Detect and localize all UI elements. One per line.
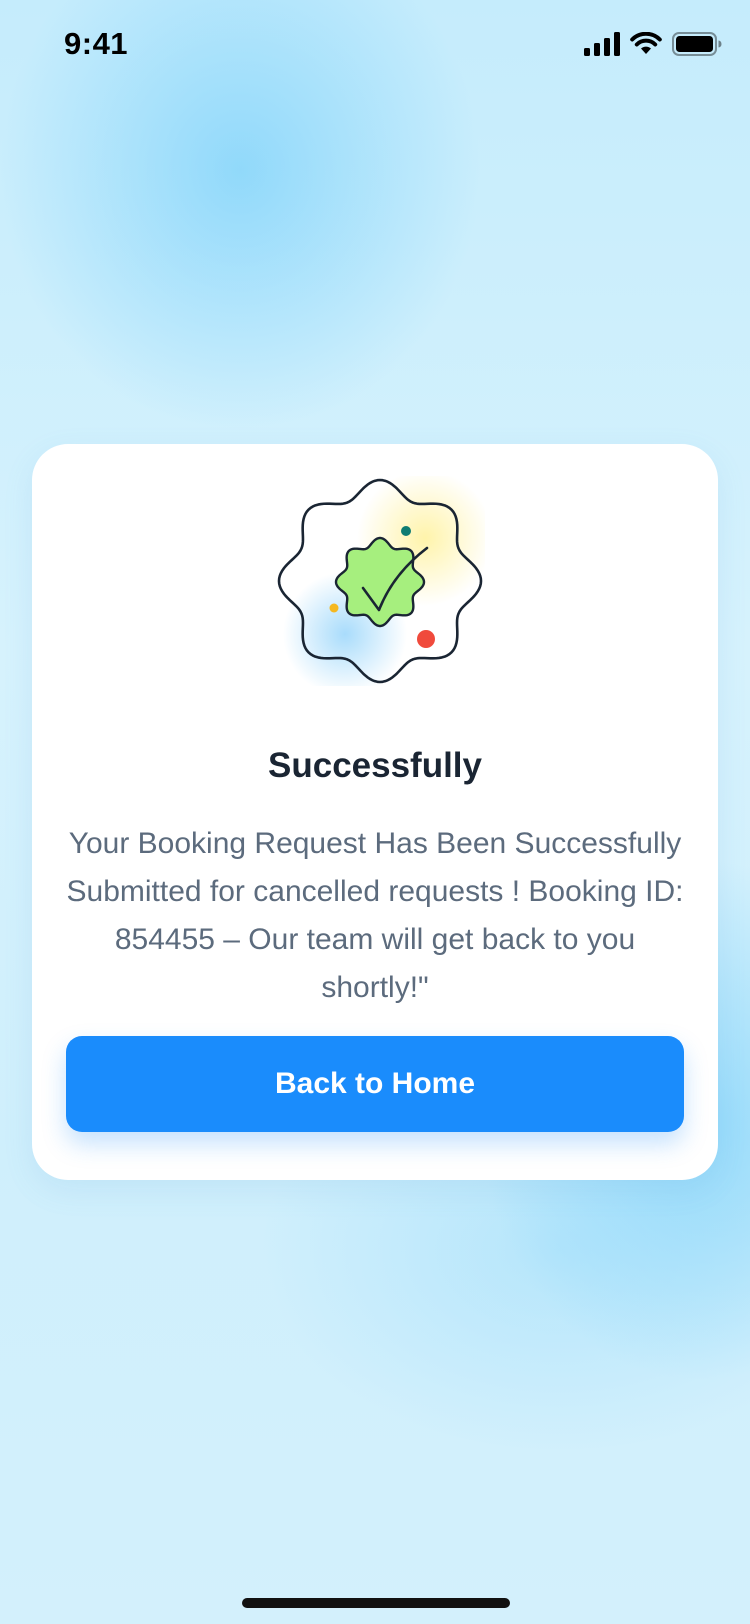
battery-icon bbox=[672, 32, 722, 56]
status-icons bbox=[584, 32, 722, 56]
status-bar: 9:41 bbox=[0, 0, 750, 90]
home-indicator bbox=[242, 1598, 510, 1608]
success-dialog-card: Successfully Your Booking Request Has Be… bbox=[32, 444, 718, 1180]
dialog-message: Your Booking Request Has Been Successful… bbox=[66, 827, 684, 1004]
dialog-title: Successfully bbox=[268, 746, 482, 785]
back-to-home-button[interactable]: Back to Home bbox=[66, 1036, 684, 1132]
success-badge-check-icon bbox=[277, 476, 485, 686]
cellular-signal-icon bbox=[584, 32, 620, 56]
status-time: 9:41 bbox=[64, 26, 129, 61]
wifi-icon bbox=[630, 32, 662, 54]
